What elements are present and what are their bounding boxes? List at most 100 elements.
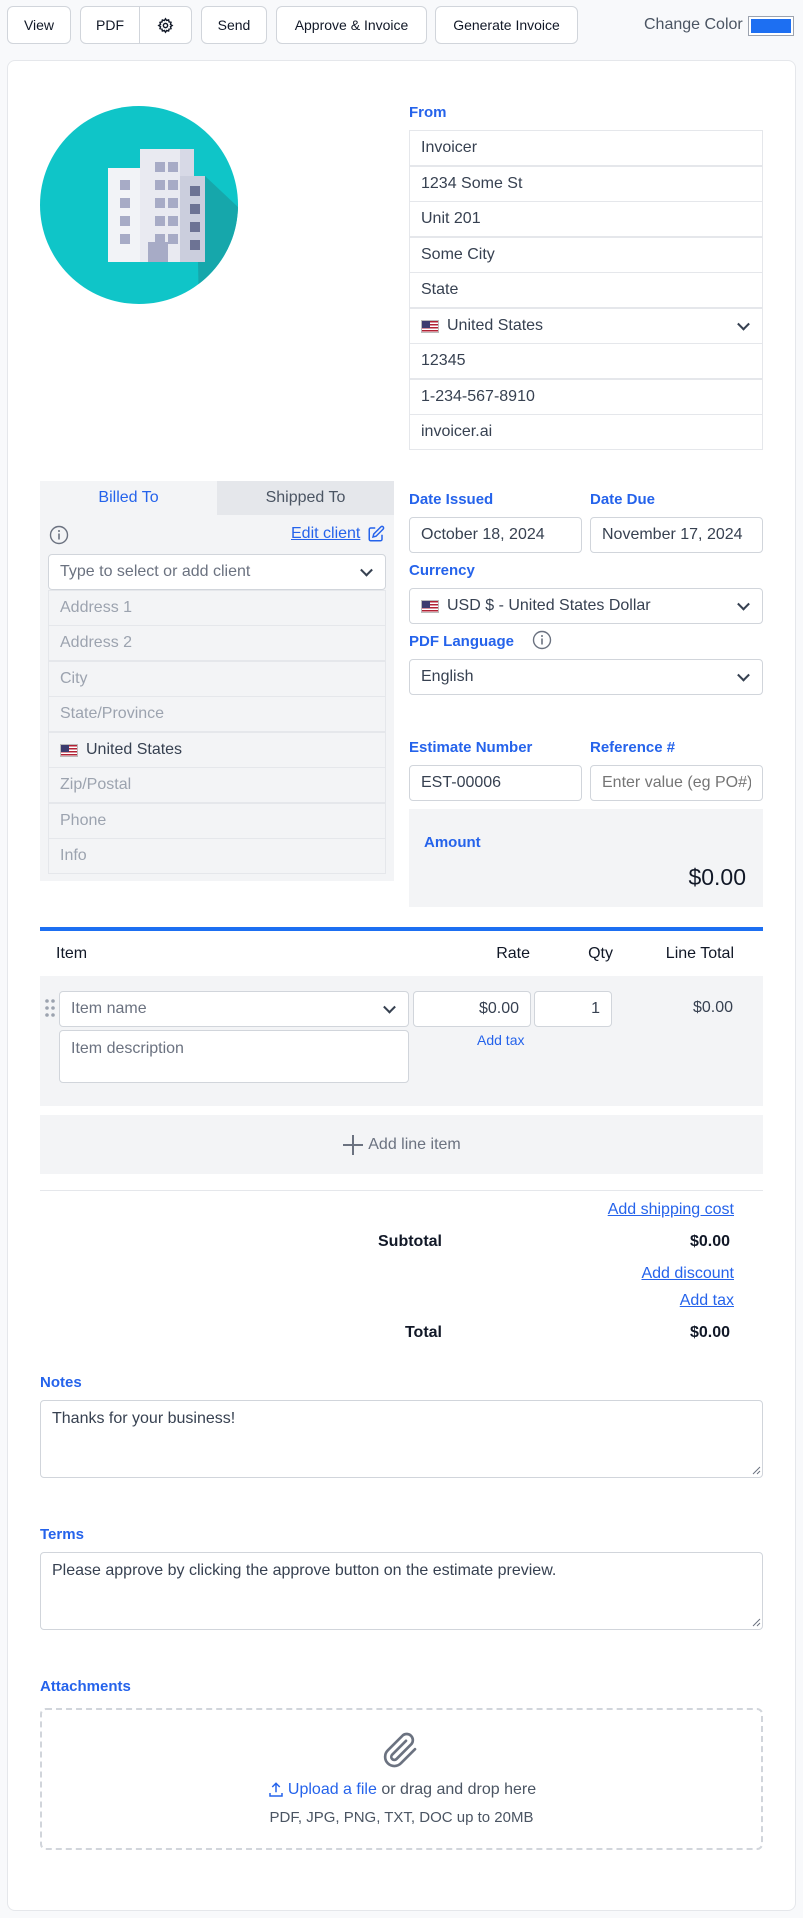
chevron-down-icon: [383, 1000, 396, 1014]
date-due-field[interactable]: November 17, 2024: [590, 517, 763, 553]
edit-client-link[interactable]: Edit client: [291, 525, 385, 543]
from-address1-field[interactable]: 1234 Some St: [409, 166, 763, 202]
from-state-field[interactable]: State: [409, 272, 763, 308]
edit-client-label: Edit client: [291, 525, 361, 542]
approve-invoice-button[interactable]: Approve & Invoice: [276, 6, 427, 44]
terms-label: Terms: [40, 1526, 84, 1543]
company-logo[interactable]: [40, 106, 238, 304]
item-name-select[interactable]: Item name: [59, 991, 409, 1027]
item-header: Item: [56, 945, 88, 962]
send-button[interactable]: Send: [201, 6, 267, 44]
date-due-label: Date Due: [590, 491, 656, 508]
us-flag-icon: [421, 319, 439, 333]
rate-input[interactable]: $0.00: [413, 991, 531, 1027]
client-info-field[interactable]: Info: [48, 838, 386, 874]
rate-header: Rate: [496, 945, 530, 962]
from-website-field[interactable]: invoicer.ai: [409, 414, 763, 450]
pdf-button[interactable]: PDF: [80, 6, 140, 44]
add-tax-total-link[interactable]: Add tax: [680, 1292, 734, 1310]
add-tax-link[interactable]: Add tax: [477, 1032, 524, 1048]
add-discount-link[interactable]: Add discount: [641, 1265, 734, 1283]
amount-label: Amount: [424, 834, 481, 851]
add-line-item-button[interactable]: Add line item: [40, 1115, 763, 1174]
resize-handle-icon[interactable]: [752, 1466, 761, 1475]
view-button[interactable]: View: [7, 6, 71, 44]
reference-label: Reference #: [590, 739, 676, 756]
client-address1-field[interactable]: Address 1: [48, 590, 386, 626]
pdf-language-label: PDF Language: [409, 633, 515, 650]
subtotal-label: Subtotal: [378, 1233, 442, 1250]
building-icon: [40, 106, 238, 304]
line-total-header: Line Total: [665, 945, 734, 962]
from-label: From: [409, 104, 447, 121]
notes-input[interactable]: Thanks for your business!: [40, 1400, 763, 1478]
chevron-down-icon: [737, 668, 750, 682]
qty-header: Qty: [588, 945, 613, 962]
estimate-number-label: Estimate Number: [409, 739, 533, 756]
from-name-field[interactable]: Invoicer: [409, 130, 763, 166]
tab-shipped-to[interactable]: Shipped To: [217, 481, 394, 515]
subtotal-value: $0.00: [689, 1233, 730, 1250]
generate-invoice-button[interactable]: Generate Invoice: [435, 6, 578, 44]
edit-icon: [368, 525, 385, 542]
info-icon[interactable]: [49, 525, 69, 545]
currency-select[interactable]: USD $ - United States Dollar: [409, 588, 763, 624]
total-label: Total: [404, 1324, 442, 1341]
from-country-value: United States: [447, 317, 544, 334]
items-divider: [40, 927, 763, 931]
us-flag-icon: [60, 743, 78, 757]
client-phone-field[interactable]: Phone: [48, 803, 386, 839]
currency-value: USD $ - United States Dollar: [447, 597, 651, 614]
add-line-item-label: Add line item: [368, 1135, 461, 1153]
plus-icon: [343, 1134, 364, 1155]
from-city-field[interactable]: Some City: [409, 237, 763, 273]
date-issued-field[interactable]: October 18, 2024: [409, 517, 582, 553]
pdf-settings-button[interactable]: [139, 6, 192, 44]
color-swatch: [751, 19, 791, 33]
line-total-value: $0.00: [692, 999, 733, 1016]
resize-handle-icon[interactable]: [752, 1618, 761, 1627]
qty-input[interactable]: 1: [534, 991, 612, 1027]
paperclip-icon: [383, 1732, 417, 1768]
client-country-field[interactable]: United States: [48, 732, 386, 768]
client-zip-field[interactable]: Zip/Postal: [48, 767, 386, 803]
item-name-placeholder: Item name: [71, 1000, 147, 1017]
chevron-down-icon: [737, 317, 750, 331]
from-phone-field[interactable]: 1-234-567-8910: [409, 379, 763, 415]
pdf-language-select[interactable]: English: [409, 659, 763, 695]
info-icon[interactable]: [532, 630, 552, 650]
client-city-field[interactable]: City: [48, 661, 386, 697]
from-address2-field[interactable]: Unit 201: [409, 201, 763, 237]
reference-input[interactable]: [590, 765, 763, 801]
client-select[interactable]: Type to select or add client: [48, 554, 386, 590]
upload-file-link[interactable]: Upload a file: [288, 1781, 377, 1799]
notes-label: Notes: [40, 1374, 82, 1391]
drag-handle-icon[interactable]: [44, 998, 56, 1018]
chevron-down-icon: [360, 563, 373, 577]
currency-label: Currency: [409, 562, 475, 579]
from-zip-field[interactable]: 12345: [409, 343, 763, 379]
add-shipping-link[interactable]: Add shipping cost: [608, 1201, 734, 1219]
client-state-field[interactable]: State/Province: [48, 696, 386, 732]
terms-input[interactable]: Please approve by clicking the approve b…: [40, 1552, 763, 1630]
pdf-language-value: English: [421, 668, 474, 685]
total-value: $0.00: [689, 1324, 730, 1341]
amount-box: [409, 809, 763, 907]
upload-instructions: or drag and drop here: [381, 1781, 537, 1798]
from-country-select[interactable]: United States: [409, 308, 763, 344]
client-country-value: United States: [86, 741, 183, 758]
client-address2-field[interactable]: Address 2: [48, 625, 386, 661]
tab-billed-to[interactable]: Billed To: [40, 481, 217, 515]
upload-row: Upload a file or drag and drop here: [0, 1781, 803, 1799]
color-picker[interactable]: [748, 16, 794, 36]
attachments-label: Attachments: [40, 1678, 131, 1695]
upload-icon: [269, 1782, 283, 1797]
gear-icon: [157, 16, 174, 34]
item-description-input[interactable]: Item description: [59, 1030, 409, 1083]
upload-formats: PDF, JPG, PNG, TXT, DOC up to 20MB: [269, 1809, 534, 1826]
client-select-placeholder: Type to select or add client: [60, 563, 251, 580]
date-issued-label: Date Issued: [409, 491, 494, 508]
us-flag-icon: [421, 599, 439, 613]
estimate-number-field[interactable]: EST-00006: [409, 765, 582, 801]
chevron-down-icon: [737, 597, 750, 611]
